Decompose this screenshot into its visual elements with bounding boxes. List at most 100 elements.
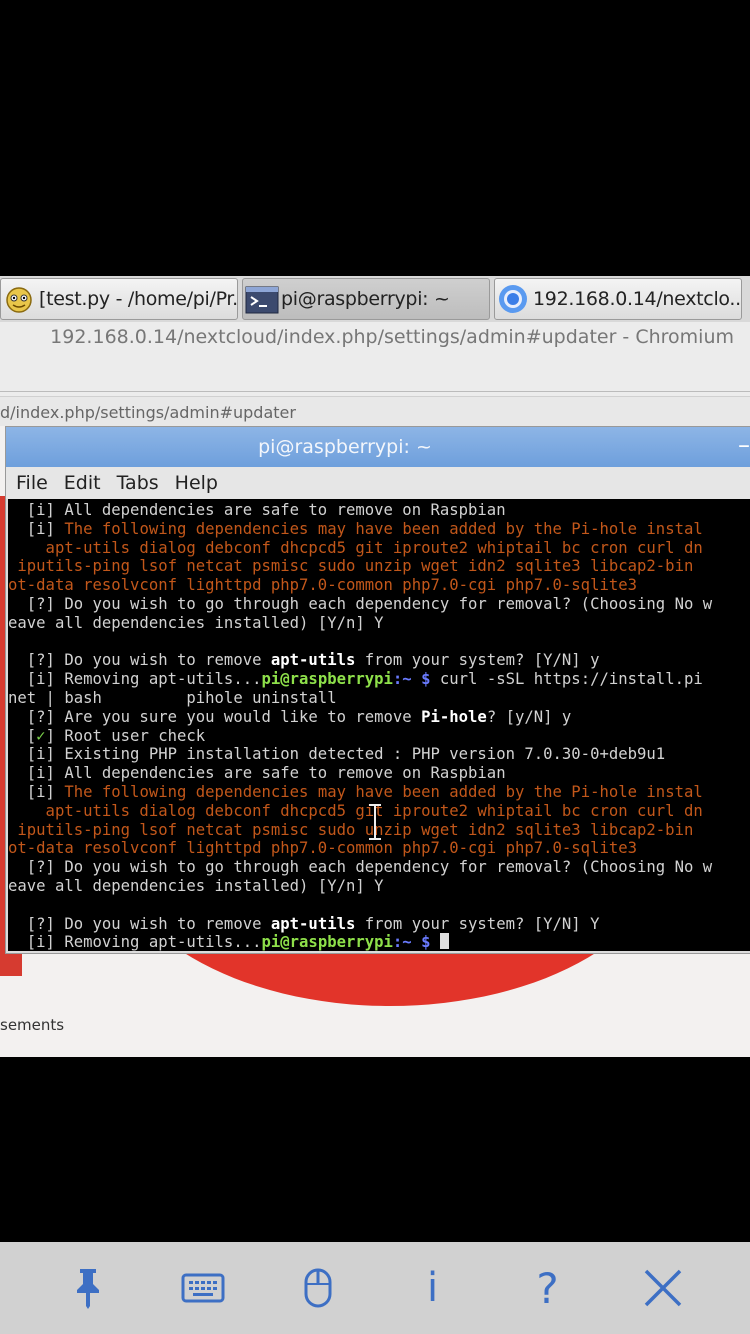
info-button[interactable]: i [403, 1258, 463, 1318]
terminal-icon [245, 283, 279, 315]
terminal-text: eave all dependencies installed) [Y/n] Y [8, 876, 384, 895]
terminal-line: apt-utils dialog debconf dhcpcd5 git ipr… [8, 802, 712, 821]
terminal-text: [i] Removing apt-utils... [8, 670, 262, 689]
menu-tabs[interactable]: Tabs [117, 472, 159, 494]
terminal-text: apt-utils dialog debconf dhcpcd5 git ipr… [8, 801, 703, 820]
terminal-line: [i] All dependencies are safe to remove … [8, 764, 712, 783]
terminal-text: pi@raspberrypi [261, 670, 393, 689]
terminal-line: iputils-ping lsof netcat psmisc sudo unz… [8, 821, 712, 840]
terminal-line: [✓] Root user check [8, 727, 712, 746]
divider [0, 391, 750, 392]
terminal-line: ot-data resolvconf lighttpd php7.0-commo… [8, 576, 712, 595]
terminal-console[interactable]: [i] All dependencies are safe to remove … [8, 499, 750, 951]
terminal-text: :~ $ [392, 670, 431, 689]
terminal-line: ot-data resolvconf lighttpd php7.0-commo… [8, 839, 712, 858]
help-button[interactable]: ? [518, 1258, 578, 1318]
python-editor-icon [3, 283, 35, 315]
terminal-text: apt-utils [270, 651, 356, 670]
pin-button[interactable] [58, 1258, 118, 1318]
terminal-line: [?] Do you wish to go through each depen… [8, 858, 712, 877]
pin-icon [76, 1269, 99, 1309]
task-button-chromium[interactable]: 192.168.0.14/nextclo... [494, 278, 742, 320]
terminal-line: eave all dependencies installed) [Y/n] Y [8, 877, 712, 896]
terminal-text: ot-data resolvconf lighttpd php7.0-commo… [8, 576, 638, 595]
task-label: [test.py - /home/pi/Pr... [39, 288, 238, 310]
chromium-icon [497, 283, 529, 315]
terminal-text: [i] [8, 782, 65, 801]
menu-file[interactable]: File [16, 472, 48, 494]
terminal-menu-bar: File Edit Tabs Help [6, 467, 750, 499]
terminal-text: iputils-ping lsof netcat psmisc sudo unz… [8, 557, 694, 576]
terminal-text: [i] All dependencies are safe to remove … [8, 501, 506, 519]
terminal-line: [i] Removing apt-utils...pi@raspberrypi:… [8, 670, 712, 689]
terminal-text: Pi-hole [421, 707, 487, 726]
terminal-text: [?] Do you wish to remove [8, 651, 271, 670]
terminal-text: ot-data resolvconf lighttpd php7.0-commo… [8, 839, 638, 858]
terminal-text: curl -sSL https://install.pi [430, 670, 703, 689]
terminal-text: :~ $ [392, 933, 440, 951]
terminal-line: [i] Removing apt-utils...pi@raspberrypi:… [8, 933, 712, 951]
task-button-terminal[interactable]: pi@raspberrypi: ~ [242, 278, 490, 320]
mouse-button[interactable] [288, 1258, 348, 1318]
terminal-line: [?] Are you sure you would like to remov… [8, 708, 712, 727]
terminal-text: net | bash pihole uninstall [8, 688, 337, 707]
url-bar[interactable]: d/index.php/settings/admin#updater [0, 396, 750, 428]
menu-help[interactable]: Help [175, 472, 218, 494]
terminal-text: from your system? [Y/N] y [355, 651, 600, 670]
help-icon: ? [536, 1263, 559, 1313]
info-icon: i [426, 1265, 439, 1311]
url-text: d/index.php/settings/admin#updater [0, 403, 296, 422]
terminal-line: apt-utils dialog debconf dhcpcd5 git ipr… [8, 539, 712, 558]
terminal-line: [i] All dependencies are safe to remove … [8, 501, 712, 520]
mouse-icon [304, 1268, 331, 1308]
terminal-text: iputils-ping lsof netcat psmisc sudo unz… [8, 820, 694, 839]
terminal-line: [?] Do you wish to remove apt-utils from… [8, 651, 712, 670]
task-button-python-editor[interactable]: [test.py - /home/pi/Pr... [0, 278, 238, 320]
terminal-text: ] Root user check [45, 726, 206, 745]
terminal-text: pi@raspberrypi [261, 933, 393, 951]
terminal-text: ✓ [36, 726, 46, 745]
terminal-text: ? [y/N] y [486, 707, 572, 726]
keyboard-icon [181, 1273, 224, 1303]
terminal-line: net | bash pihole uninstall [8, 689, 712, 708]
close-icon [644, 1269, 681, 1307]
terminal-text: apt-utils dialog debconf dhcpcd5 git ipr… [8, 538, 703, 557]
remote-desktop-screen[interactable]: [test.py - /home/pi/Pr... pi@raspberrypi… [0, 276, 750, 1057]
terminal-text: The following dependencies may have been… [64, 519, 703, 538]
terminal-text: eave all dependencies installed) [Y/n] Y [8, 613, 384, 632]
terminal-line: [i] The following dependencies may have … [8, 520, 712, 539]
minimize-button[interactable]: – [738, 431, 750, 459]
terminal-title-bar[interactable]: pi@raspberrypi: ~ [6, 427, 750, 467]
terminal-output: [i] All dependencies are safe to remove … [8, 501, 712, 951]
terminal-line: [i] The following dependencies may have … [8, 783, 712, 802]
terminal-line: [?] Do you wish to go through each depen… [8, 595, 712, 614]
page-partial-text: sements [0, 1016, 65, 1034]
terminal-text: [?] Are you sure you would like to remov… [8, 707, 422, 726]
terminal-text: apt-utils [270, 914, 356, 933]
keyboard-button[interactable] [173, 1258, 233, 1318]
bottom-toolbar: i ? [0, 1242, 750, 1334]
terminal-text: [?] Do you wish to go through each depen… [8, 858, 713, 877]
terminal-text: from your system? [Y/N] Y [355, 914, 600, 933]
terminal-line: [?] Do you wish to remove apt-utils from… [8, 915, 712, 934]
terminal-cursor [439, 933, 449, 950]
browser-window-title: 192.168.0.14/nextcloud/index.php/setting… [50, 326, 734, 348]
text-cursor-icon [369, 804, 381, 840]
terminal-text: [i] [8, 519, 65, 538]
terminal-text: [i] Removing apt-utils... [8, 933, 262, 951]
window-title: pi@raspberrypi: ~ [258, 436, 432, 458]
terminal-text: [ [8, 726, 37, 745]
close-button[interactable] [633, 1258, 693, 1318]
terminal-line: eave all dependencies installed) [Y/n] Y [8, 614, 712, 633]
terminal-text: [?] Do you wish to remove [8, 914, 271, 933]
terminal-text: [?] Do you wish to go through each depen… [8, 594, 713, 613]
menu-edit[interactable]: Edit [64, 472, 101, 494]
terminal-line: [i] Existing PHP installation detected :… [8, 745, 712, 764]
task-label: 192.168.0.14/nextclo... [533, 288, 742, 310]
terminal-window[interactable]: pi@raspberrypi: ~ – File Edit Tabs Help … [5, 426, 750, 954]
terminal-line: iputils-ping lsof netcat psmisc sudo unz… [8, 557, 712, 576]
terminal-text: [i] Existing PHP installation detected :… [8, 745, 666, 764]
taskbar: [test.py - /home/pi/Pr... pi@raspberrypi… [0, 276, 750, 322]
